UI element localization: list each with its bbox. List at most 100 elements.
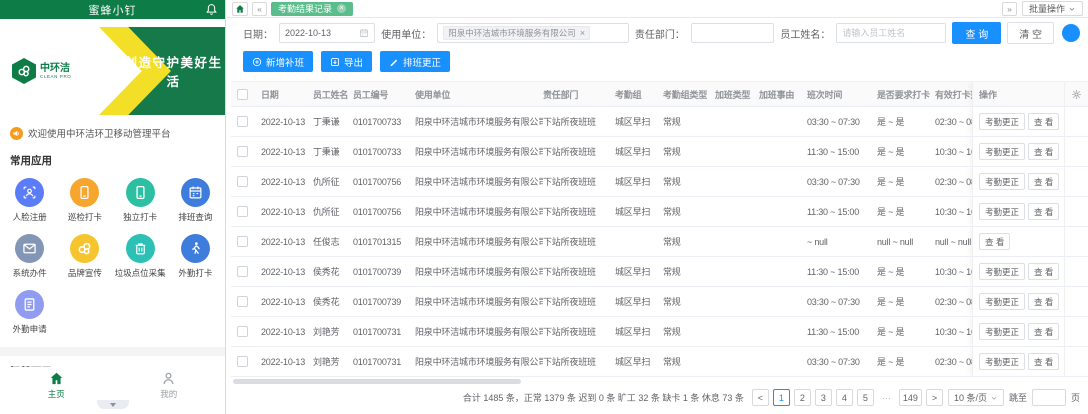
nav-mine[interactable]: 我的 — [160, 371, 177, 400]
row-checkbox[interactable] — [237, 236, 248, 247]
gear-column-spacer — [1064, 257, 1088, 286]
view-button[interactable]: 查 看 — [979, 233, 1010, 250]
page-button-1[interactable]: 1 — [773, 389, 790, 406]
add-makeup-shift-button[interactable]: 新增补班 — [243, 51, 313, 72]
brand-name: 中环洁 — [40, 63, 71, 74]
view-button[interactable]: 查 看 — [1028, 203, 1059, 220]
page-size-select[interactable]: 10 条/页 — [948, 389, 1004, 406]
app-standalone-punch[interactable]: 独立打卡 — [113, 178, 168, 223]
app-patrol-punch[interactable]: 巡检打卡 — [57, 178, 112, 223]
collapse-handle[interactable] — [97, 400, 129, 409]
shift-correction-button[interactable]: 排班更正 — [380, 51, 450, 72]
app-header: 蜜蜂小钉 — [0, 0, 225, 19]
view-button[interactable]: 查 看 — [1028, 323, 1059, 340]
view-button[interactable]: 查 看 — [1028, 173, 1059, 190]
tab-attendance-results[interactable]: 考勤结果记录 × — [271, 2, 353, 16]
attendance-correct-button[interactable]: 考勤更正 — [979, 353, 1025, 370]
announcement-bar[interactable]: 欢迎使用中环洁环卫移动管理平台 — [0, 115, 225, 140]
row-checkbox[interactable] — [237, 116, 248, 127]
page-button-2[interactable]: 2 — [794, 389, 811, 406]
row-actions: 考勤更正查 看 — [972, 137, 1064, 166]
scroll-tabs-right-button[interactable]: » — [1002, 2, 1017, 16]
row-checkbox[interactable] — [237, 146, 248, 157]
row-checkbox[interactable] — [237, 176, 248, 187]
prev-page-button[interactable]: < — [752, 389, 769, 406]
column-settings-button[interactable] — [1064, 82, 1088, 106]
view-button[interactable]: 查 看 — [1028, 263, 1059, 280]
bell-icon[interactable] — [205, 3, 218, 16]
export-label: 导出 — [344, 55, 363, 69]
app-trash-point[interactable]: 垃圾点位采集 — [113, 234, 168, 279]
attendance-correct-button[interactable]: 考勤更正 — [979, 203, 1025, 220]
attendance-correct-button[interactable]: 考勤更正 — [979, 293, 1025, 310]
view-button[interactable]: 查 看 — [1028, 143, 1059, 160]
next-page-button[interactable]: > — [926, 389, 943, 406]
clear-button[interactable]: 清 空 — [1007, 22, 1054, 44]
row-checkbox[interactable] — [237, 296, 248, 307]
cell-unit: 阳泉中环洁城市环境服务有限公司 — [415, 265, 543, 278]
home-tab-button[interactable] — [232, 2, 248, 16]
page-button-5[interactable]: 5 — [857, 389, 874, 406]
cell-code: 0101700756 — [353, 207, 415, 217]
app-schedule-query[interactable]: 排班查询 — [168, 178, 223, 223]
date-input[interactable]: 2022-10-13 — [279, 23, 375, 43]
app-face-scan[interactable]: 人脸注册 — [2, 178, 57, 223]
cell-dept: 下站所夜班班 — [543, 265, 615, 278]
export-icon — [330, 57, 340, 67]
cell-require-punch: 是 ~ 是 — [877, 295, 935, 308]
brand-banner: 中环洁 CLEAN PRO 创造守护美好生活 — [0, 27, 225, 115]
row-checkbox[interactable] — [237, 89, 248, 100]
export-button[interactable]: 导出 — [321, 51, 372, 72]
cell-group: 城区早扫 — [615, 115, 663, 128]
app-brand-promo[interactable]: 品牌宣传 — [57, 234, 112, 279]
batch-operations-button[interactable]: 批量操作 — [1022, 1, 1083, 16]
cell-group: 城区早扫 — [615, 325, 663, 338]
unit-select[interactable]: 阳泉中环洁城市环境服务有限公司 × — [437, 23, 629, 43]
remove-tag-icon[interactable]: × — [580, 29, 585, 38]
date-label: 日期： — [243, 26, 273, 41]
filter-bar: 日期： 2022-10-13 使用单位： 阳泉中环洁城市环境服务有限公司 × 责… — [227, 18, 1088, 47]
person-icon — [161, 371, 176, 386]
page-ellipsis[interactable]: ··· — [878, 389, 895, 406]
row-checkbox[interactable] — [237, 356, 248, 367]
cell-name: 丁秉谦 — [313, 145, 353, 158]
attendance-correct-button[interactable]: 考勤更正 — [979, 323, 1025, 340]
horizontal-scrollbar[interactable] — [233, 379, 521, 384]
row-checkbox[interactable] — [237, 266, 248, 277]
app-system-docs[interactable]: 系统办件 — [2, 234, 57, 279]
jump-suffix: 页 — [1071, 391, 1080, 404]
attendance-correct-button[interactable]: 考勤更正 — [979, 143, 1025, 160]
attendance-correct-button[interactable]: 考勤更正 — [979, 113, 1025, 130]
pencil-icon — [389, 57, 399, 67]
table-row: 2022-10-13仇所征0101700756阳泉中环洁城市环境服务有限公司下站… — [231, 197, 1088, 227]
view-button[interactable]: 查 看 — [1028, 113, 1059, 130]
cell-dept: 下站所夜班班 — [543, 235, 615, 248]
floating-helper-button[interactable] — [1062, 24, 1080, 42]
app-label: 外勤申请 — [13, 323, 47, 335]
scroll-tabs-left-button[interactable]: « — [252, 2, 267, 16]
view-button[interactable]: 查 看 — [1028, 293, 1059, 310]
attendance-correct-button[interactable]: 考勤更正 — [979, 263, 1025, 280]
dept-select[interactable] — [691, 23, 774, 43]
jump-page-input[interactable] — [1032, 389, 1066, 406]
row-actions: 查 看 — [972, 227, 1064, 256]
row-checkbox[interactable] — [237, 326, 248, 337]
page-button-3[interactable]: 3 — [815, 389, 832, 406]
cell-date: 2022-10-13 — [261, 357, 313, 367]
attendance-correct-button[interactable]: 考勤更正 — [979, 173, 1025, 190]
employee-name-field — [836, 23, 946, 43]
row-checkbox[interactable] — [237, 206, 248, 217]
view-button[interactable]: 查 看 — [1028, 353, 1059, 370]
employee-name-input[interactable] — [837, 24, 945, 42]
page-button-149[interactable]: 149 — [899, 389, 922, 406]
section-divider — [0, 347, 225, 356]
table-row: 2022-10-13刘艳芳0101700731阳泉中环洁城市环境服务有限公司下站… — [231, 317, 1088, 347]
nav-home[interactable]: 主页 — [48, 371, 65, 400]
page-button-4[interactable]: 4 — [836, 389, 853, 406]
app-field-apply[interactable]: 外勤申请 — [2, 290, 57, 335]
add-makeup-shift-label: 新增补班 — [266, 55, 304, 69]
app-field-punch[interactable]: 外勤打卡 — [168, 234, 223, 279]
search-button[interactable]: 查 询 — [952, 22, 1001, 44]
column-header-group: 考勤组 — [615, 88, 663, 101]
close-icon[interactable]: × — [337, 4, 346, 13]
